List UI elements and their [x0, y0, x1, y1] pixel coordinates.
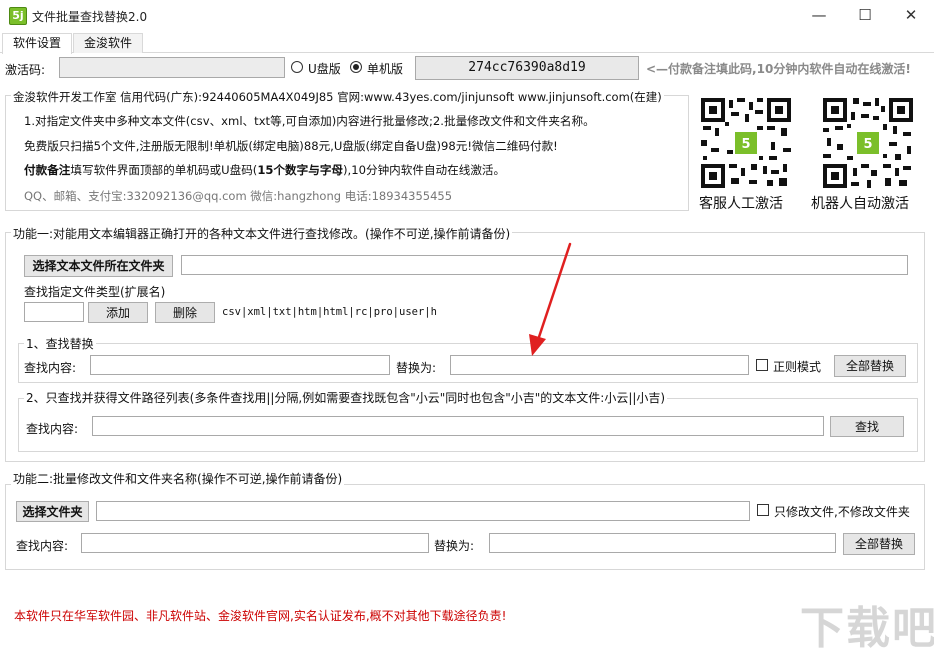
info-line-payment-note: 付款备注填写软件界面顶部的单机码或U盘码(15个数字与字母),10分钟内软件自动…	[24, 162, 505, 178]
qr-caption-customer-service: 客服人工激活	[699, 196, 783, 212]
machine-code-display: 274cc76390a8d19	[415, 56, 639, 80]
find-replace-legend: 1、查找替换	[24, 335, 96, 352]
files-only-label: 只修改文件,不修改文件夹	[774, 505, 910, 519]
tab-software-settings[interactable]: 软件设置	[2, 33, 73, 54]
footer-notice: 本软件只在华军软件园、非凡软件站、金浚软件官网,实名认证发布,概不对其他下载途径…	[14, 609, 507, 623]
standalone-radio-label: 单机版	[367, 62, 404, 76]
select-folder-button[interactable]: 选择文件夹	[16, 501, 89, 522]
delete-extension-button[interactable]: 删除	[155, 302, 215, 323]
svg-text:5: 5	[863, 137, 872, 152]
activation-code-label: 激活码:	[5, 63, 46, 77]
replace-with-label: 替换为:	[396, 361, 437, 375]
function1-legend: 功能一:对能用文本编辑器正确打开的各种文本文件进行查找修改。(操作不可逆,操作前…	[11, 225, 513, 242]
qr-caption-robot-activation: 机器人自动激活	[811, 196, 909, 212]
close-button[interactable]: ✕	[888, 0, 934, 30]
qr-code-robot-activation: 5	[823, 98, 913, 188]
rename-find-label: 查找内容:	[16, 539, 69, 553]
add-extension-button[interactable]: 添加	[88, 302, 148, 323]
rename-replace-label: 替换为:	[434, 539, 475, 553]
function2-group	[5, 484, 925, 570]
regex-mode-label: 正则模式	[773, 360, 822, 374]
qr-code-customer-service: 5	[701, 98, 791, 188]
minimize-button[interactable]: —	[796, 0, 842, 30]
payment-note-text: 填写软件界面顶部的单机码或U盘码(	[70, 163, 258, 177]
svg-text:5: 5	[741, 137, 750, 152]
activation-notice: <—付款备注填此码,10分钟内软件自动在线激活!	[646, 62, 911, 76]
info-line-features: 1.对指定文件夹中多种文本文件(csv、xml、txt等,可自添加)内容进行批量…	[24, 114, 595, 128]
replace-with-input[interactable]	[450, 355, 749, 375]
payment-note-bold: 付款备注	[24, 163, 71, 177]
app-icon: 5j	[9, 7, 27, 25]
select-text-folder-button[interactable]: 选择文本文件所在文件夹	[24, 255, 173, 277]
extension-input[interactable]	[24, 302, 84, 322]
extension-label: 查找指定文件类型(扩展名)	[24, 285, 166, 299]
rename-folder-path-input[interactable]	[96, 501, 750, 521]
replace-all-button[interactable]: 全部替换	[834, 355, 906, 377]
rename-replace-all-button[interactable]: 全部替换	[843, 533, 915, 555]
function2-legend: 功能二:批量修改文件和文件夹名称(操作不可逆,操作前请备份)	[11, 470, 345, 487]
window-title: 文件批量查找替换2.0	[32, 10, 148, 24]
rename-replace-input[interactable]	[489, 533, 836, 553]
extension-list: csv|xml|txt|htm|html|rc|pro|user|h	[222, 306, 437, 318]
search-button[interactable]: 查找	[830, 416, 904, 437]
regex-mode-checkbox[interactable]	[756, 359, 768, 371]
info-line-pricing: 免费版只扫描5个文件,注册版无限制!单机版(绑定电脑)88元,U盘版(绑定自备U…	[24, 139, 558, 153]
watermark-logo: 下载吧	[800, 603, 934, 652]
info-legend: 金浚软件开发工作室 信用代码(广东):92440605MA4X049J85 官网…	[11, 89, 664, 105]
activation-code-input[interactable]	[59, 57, 285, 78]
files-only-checkbox[interactable]	[757, 504, 769, 516]
rename-find-input[interactable]	[81, 533, 429, 553]
payment-note-end: ),10分钟内软件自动在线激活。	[343, 163, 506, 177]
find-content-input[interactable]	[90, 355, 390, 375]
standalone-radio[interactable]	[350, 61, 362, 73]
search-paths-legend: 2、只查找并获得文件路径列表(多条件查找用||分隔,例如需要查找既包含"小云"同…	[24, 389, 668, 406]
udisk-radio[interactable]	[291, 61, 303, 73]
annotation-arrow	[529, 242, 572, 356]
payment-note-bold2: 15个数字与字母	[257, 163, 344, 177]
maximize-button[interactable]: ☐	[842, 0, 888, 30]
tab-jinjun-software[interactable]: 金浚软件	[73, 33, 144, 53]
udisk-radio-label: U盘版	[308, 62, 341, 76]
search-content-label: 查找内容:	[26, 422, 79, 436]
search-content-input[interactable]	[92, 416, 824, 436]
find-content-label: 查找内容:	[24, 361, 77, 375]
contact-info: QQ、邮箱、支付宝:332092136@qq.com 微信:hangzhong …	[24, 189, 453, 203]
